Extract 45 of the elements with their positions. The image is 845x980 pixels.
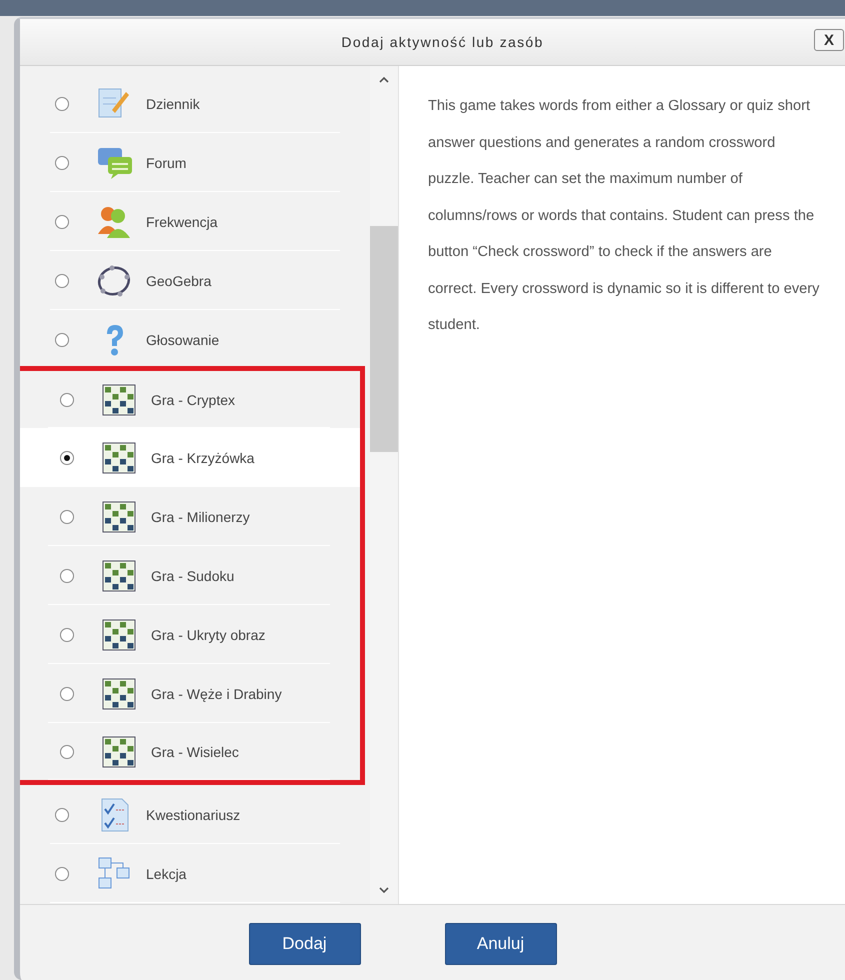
activity-item[interactable]: Kwestionariusz [20,785,370,844]
dialog-title: Dodaj aktywność lub zasób [341,34,544,50]
checkerboard-icon [101,498,137,534]
activity-item[interactable]: Gra - Milionerzy [20,487,365,546]
activity-item[interactable]: Frekwencja [20,192,370,251]
radio-button[interactable] [55,274,69,288]
radio-button[interactable] [55,808,69,822]
scroll-down-icon[interactable] [379,886,389,894]
checkerboard-icon [101,676,137,712]
activity-item[interactable]: GeoGebra [20,251,370,310]
radio-button[interactable] [55,866,69,880]
radio-button[interactable] [60,744,74,758]
checkerboard-icon [101,440,137,476]
activity-item[interactable]: Lekcja [20,844,370,903]
activity-item[interactable]: Gra - Sudoku [20,546,365,605]
radio-button[interactable] [60,510,74,524]
radio-button[interactable] [55,156,69,170]
radio-button[interactable] [55,332,69,346]
activity-item[interactable]: Forum [20,133,370,192]
activity-item[interactable]: Gra - Ukryty obraz [20,605,365,664]
radio-button[interactable] [60,568,74,582]
radio-button[interactable] [60,628,74,642]
ellipse-icon [96,262,132,298]
scroll-up-icon[interactable] [379,76,389,84]
activity-item[interactable]: Gra - Węże i Drabiny [20,664,365,723]
activity-item[interactable]: Dziennik [20,74,370,133]
activity-item[interactable]: Głosowanie [20,310,370,369]
scrollbar[interactable] [370,66,399,904]
radio-button[interactable] [55,96,69,110]
description-text: This game takes words from either a Glossary or quiz short answer questions and generates a random crossword puzzle. Teacher can set the maximum number of columns/rows or words that contains. Student can press the button “Check crossword” to check if the answers are correct. Every crossword is dynamic so it is different to every student. [428,97,820,335]
scrollbar-thumb[interactable] [370,226,398,452]
activity-item[interactable]: Gra - Krzyżówka [20,428,365,487]
checkerboard-icon [101,382,137,418]
close-button[interactable]: X [814,29,844,51]
checkerboard-icon [101,616,137,652]
cancel-button[interactable]: Anuluj [444,923,556,965]
radio-button[interactable] [60,392,74,406]
radio-button[interactable] [60,450,74,464]
radio-button[interactable] [55,214,69,228]
flowchart-icon [96,856,132,892]
radio-button[interactable] [60,686,74,700]
activity-item[interactable]: Gra - Wisielec [20,723,365,785]
add-button[interactable]: Dodaj [248,923,360,965]
checkerboard-icon [101,558,137,594]
checkerboard-icon [101,734,137,770]
